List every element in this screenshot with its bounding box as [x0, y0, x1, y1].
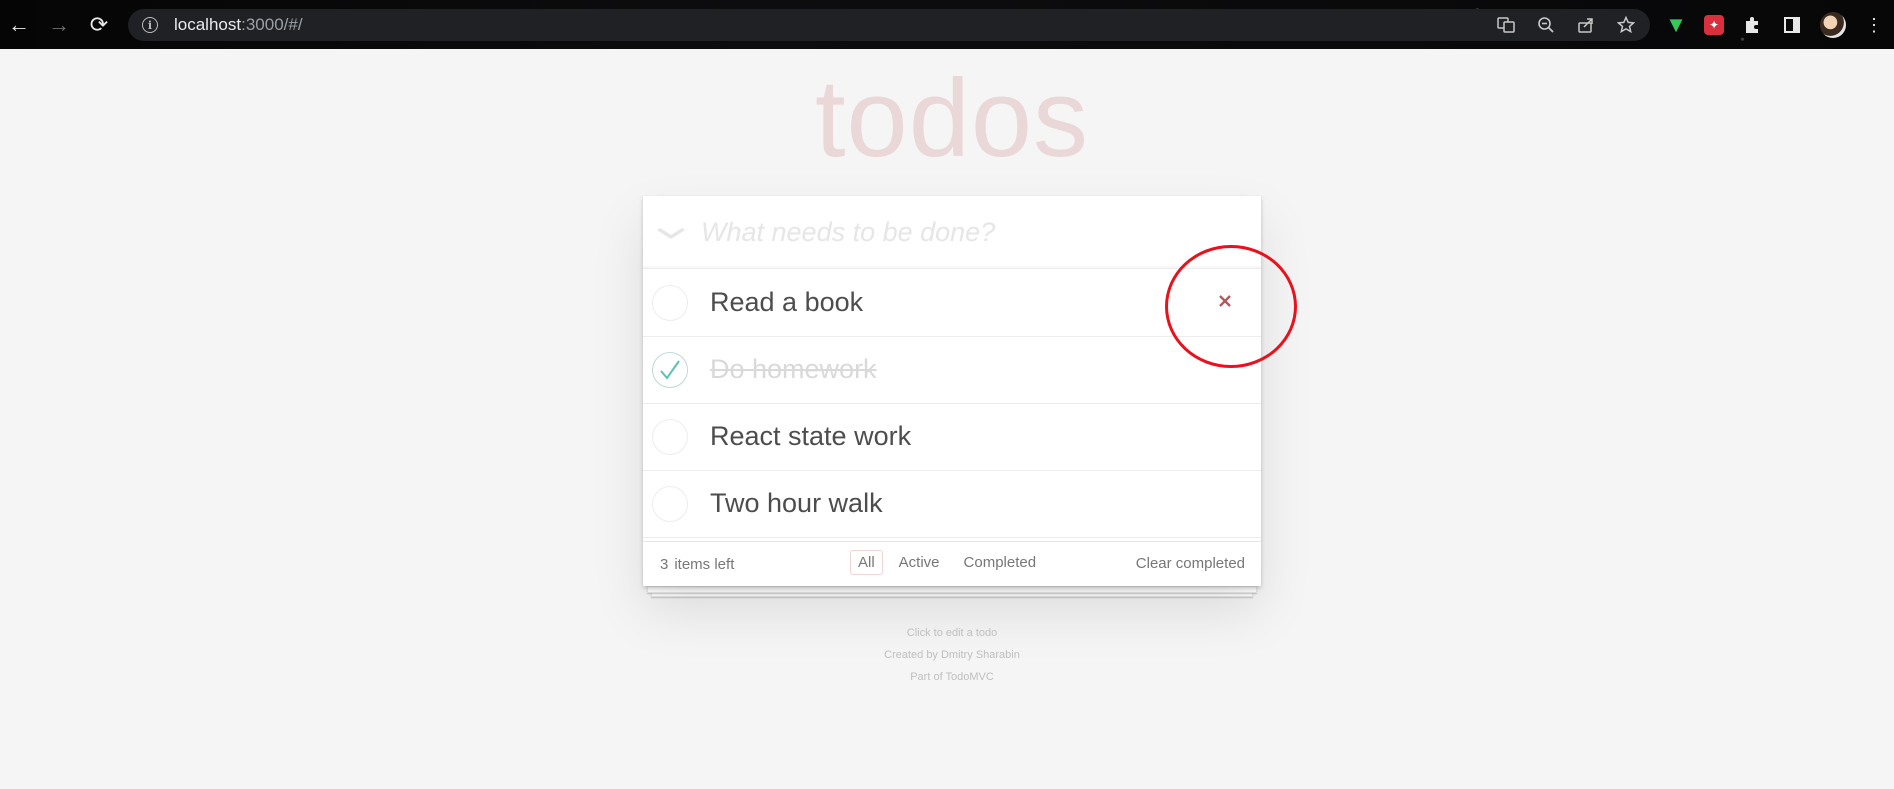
items-left-number: 3	[660, 556, 669, 573]
app-title: todos	[814, 57, 1090, 180]
checkmark-icon	[660, 360, 680, 380]
clear-completed-button[interactable]: Clear completed	[1136, 555, 1245, 572]
filter-active[interactable]: Active	[891, 550, 948, 575]
todo-header	[643, 196, 1261, 269]
sidepanel-icon[interactable]	[1780, 13, 1804, 37]
filter-all[interactable]: All	[850, 550, 883, 575]
zoom-out-icon[interactable]	[1536, 15, 1556, 35]
todo-item[interactable]: React state work	[643, 404, 1261, 471]
menu-kebab-icon[interactable]: ⋮	[1862, 13, 1886, 37]
todo-label[interactable]: Two hour walk	[710, 488, 883, 519]
filters: All Active Completed	[850, 550, 1044, 575]
profile-avatar[interactable]	[1820, 12, 1846, 38]
todo-item[interactable]: Do homework	[643, 337, 1261, 404]
back-button[interactable]: ←	[3, 9, 35, 41]
todo-list: Read a book Do homework React state work…	[643, 270, 1261, 538]
address-bar[interactable]: i localhost:3000/#/	[128, 9, 1650, 41]
toggle-all-chevron-icon[interactable]	[647, 218, 695, 248]
translate-icon[interactable]	[1496, 15, 1516, 35]
todo-label[interactable]: React state work	[710, 421, 911, 452]
url-host: localhost	[174, 15, 242, 34]
url-text[interactable]: localhost:3000/#/	[174, 15, 303, 35]
forward-button[interactable]: →	[43, 9, 75, 41]
stack-shadow-1	[647, 586, 1257, 593]
todo-label[interactable]: Do homework	[710, 354, 877, 385]
download-extension-icon[interactable]: ▼	[1664, 12, 1688, 37]
todo-toggle-checkbox[interactable]	[652, 352, 688, 388]
star-icon[interactable]	[1616, 15, 1636, 35]
items-left-count: 3 items left	[660, 556, 734, 573]
reload-button[interactable]: ⟳	[83, 9, 115, 41]
new-todo-input[interactable]	[701, 209, 1241, 255]
extensions-bar: ▼ ✦ ⋮	[1664, 9, 1886, 41]
site-info-icon[interactable]: i	[142, 17, 158, 33]
info-line-todomvc: Part of TodoMVC	[910, 671, 994, 683]
todo-app: Read a book Do homework React state work…	[643, 196, 1261, 586]
puzzle-extension-icon[interactable]	[1740, 13, 1764, 37]
reload-icon: ⟳	[89, 12, 109, 37]
filter-completed[interactable]: Completed	[956, 550, 1045, 575]
todo-toggle-checkbox[interactable]	[652, 419, 688, 455]
red-extension-icon[interactable]: ✦	[1704, 15, 1724, 35]
todo-item[interactable]: Two hour walk	[643, 471, 1261, 538]
items-left-suffix: items left	[674, 556, 735, 573]
omnibox-actions	[1496, 9, 1636, 41]
todo-footer: 3 items left All Active Completed Clear c…	[643, 541, 1261, 586]
todo-toggle-checkbox[interactable]	[652, 486, 688, 522]
todo-label[interactable]: Read a book	[710, 287, 863, 318]
back-arrow-icon: ←	[8, 12, 30, 37]
info-line-author: Created by Dmitry Sharabin	[884, 649, 1020, 661]
todo-item[interactable]: Read a book	[643, 270, 1261, 337]
share-icon[interactable]	[1576, 15, 1596, 35]
browser-toolbar: ← → ⟳ i localhost:3000/#/ ▼ ✦ ⋮	[0, 0, 1894, 49]
info-footer: Click to edit a todo Created by Dmitry S…	[0, 622, 1894, 688]
url-path: :3000/#/	[241, 15, 303, 34]
delete-todo-x-icon[interactable]	[1210, 286, 1240, 316]
todo-toggle-checkbox[interactable]	[652, 285, 688, 321]
info-line-edit: Click to edit a todo	[906, 627, 998, 639]
forward-arrow-icon: →	[48, 12, 70, 37]
